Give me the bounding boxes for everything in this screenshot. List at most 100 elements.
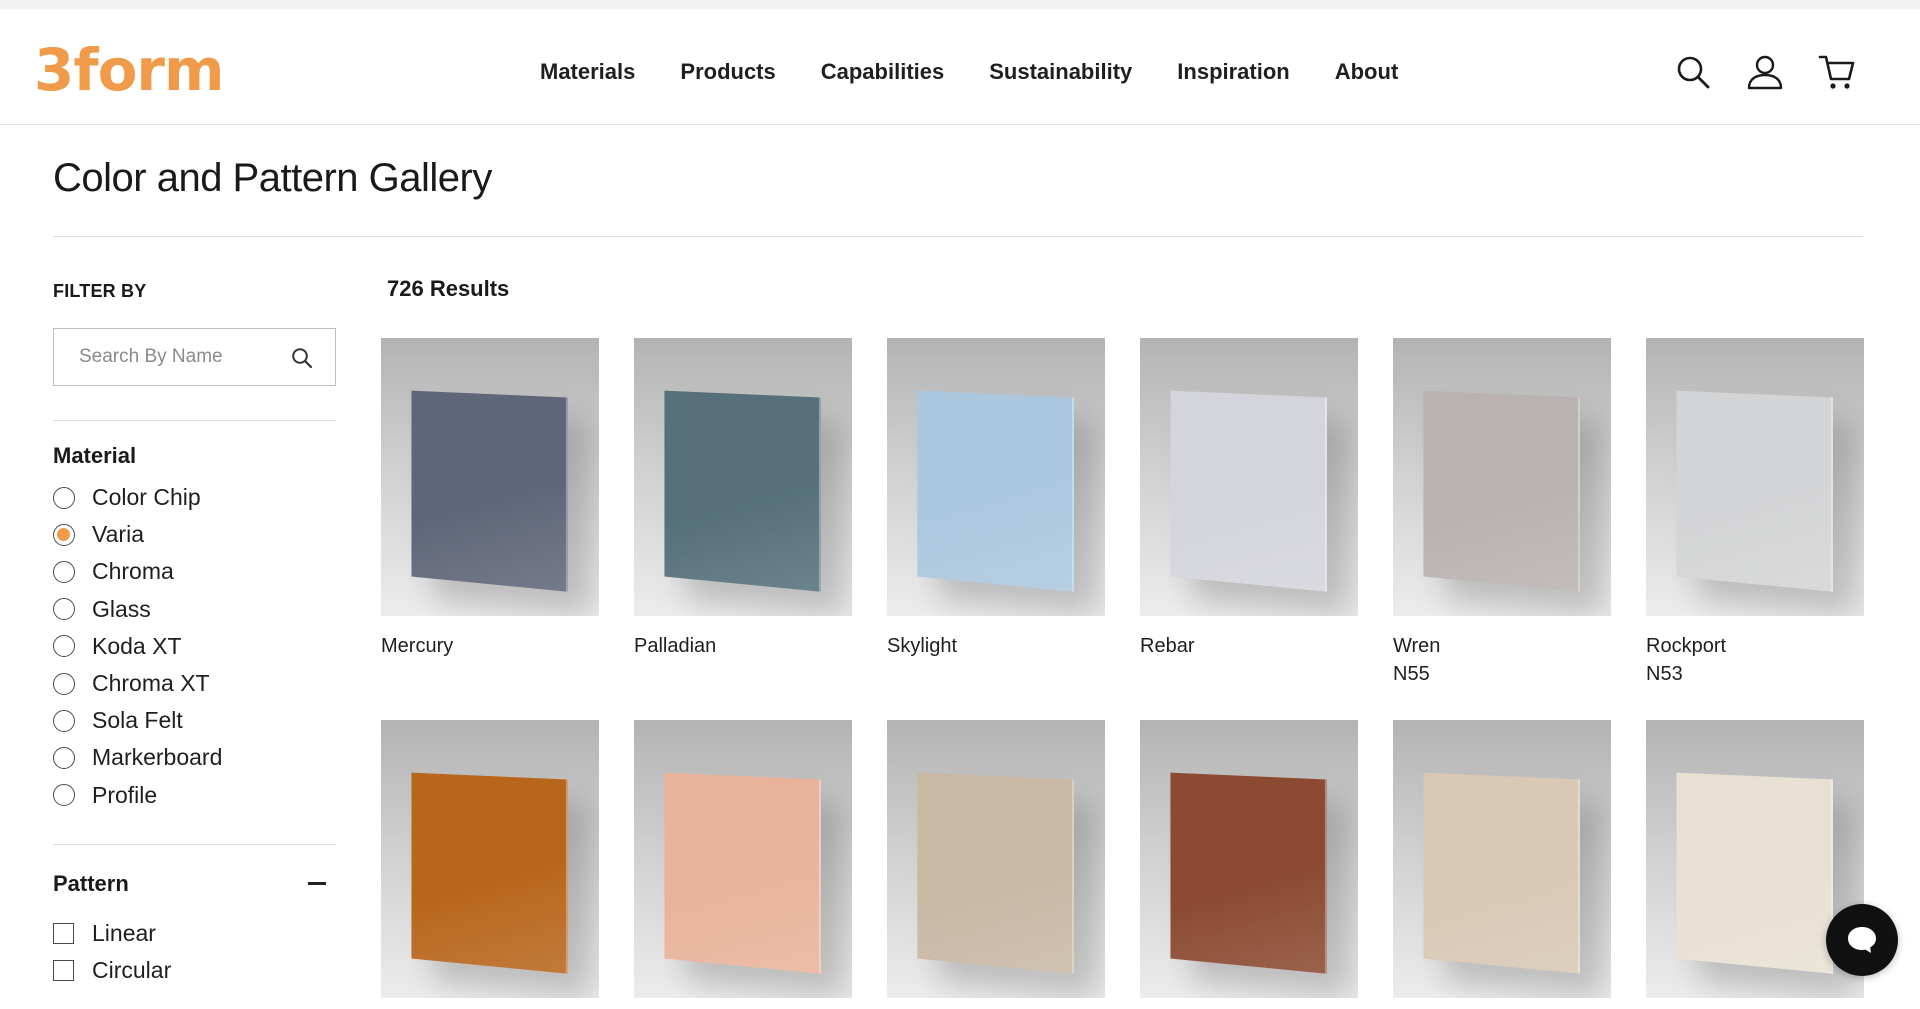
product-code: N55 — [1393, 663, 1430, 685]
product-image[interactable] — [1393, 338, 1611, 616]
search-icon[interactable] — [1672, 51, 1714, 93]
product-image[interactable] — [634, 338, 852, 616]
radio-button[interactable] — [53, 709, 75, 732]
search-input[interactable] — [54, 329, 294, 385]
product-card[interactable]: Rebar — [1140, 338, 1358, 720]
radio-button[interactable] — [53, 635, 75, 658]
chat-icon — [1848, 927, 1876, 953]
product-name[interactable]: Wren — [1393, 632, 1611, 660]
product-image[interactable] — [1646, 338, 1864, 616]
account-icon[interactable] — [1744, 51, 1786, 93]
pattern-option-linear[interactable]: Linear — [53, 915, 336, 952]
product-name[interactable]: Skylight — [887, 632, 1105, 660]
material-section-title: Material — [53, 443, 137, 468]
material-option-chroma-xt[interactable]: Chroma XT — [53, 665, 336, 702]
material-option-glass[interactable]: Glass — [53, 591, 336, 628]
product-swatch — [1676, 772, 1833, 974]
product-code: N53 — [1646, 663, 1683, 685]
product-image[interactable] — [381, 720, 599, 998]
product-card[interactable]: Wren N55 — [1393, 338, 1611, 720]
product-swatch — [1423, 390, 1580, 592]
material-options: Color Chip Varia Chroma Glass Koda XT Ch… — [53, 479, 336, 814]
header-actions — [1672, 51, 1858, 93]
product-swatch — [664, 772, 821, 974]
chat-button[interactable] — [1826, 904, 1898, 976]
checkbox[interactable] — [53, 922, 74, 944]
product-card[interactable] — [887, 720, 1105, 998]
collapse-minus-icon[interactable] — [308, 882, 326, 886]
radio-button[interactable] — [53, 486, 75, 509]
radio-button[interactable] — [53, 598, 75, 621]
main-nav: Materials Products Capabilities Sustaina… — [540, 59, 1443, 85]
nav-capabilities[interactable]: Capabilities — [821, 59, 944, 85]
option-label: Koda XT — [92, 632, 182, 659]
option-label: Glass — [92, 595, 151, 622]
radio-button[interactable] — [53, 784, 75, 807]
material-option-sola-felt[interactable]: Sola Felt — [53, 702, 336, 739]
pattern-option-circular[interactable]: Circular — [53, 952, 336, 989]
page-title: Color and Pattern Gallery — [53, 156, 492, 200]
product-name[interactable]: Palladian — [634, 632, 852, 660]
nav-inspiration[interactable]: Inspiration — [1177, 59, 1289, 85]
option-label: Varia — [92, 521, 144, 548]
product-swatch — [917, 390, 1074, 592]
product-card[interactable]: Rockport N53 — [1646, 338, 1864, 720]
pattern-section-title: Pattern — [53, 870, 129, 896]
product-image[interactable] — [381, 338, 599, 616]
product-card[interactable] — [381, 720, 599, 998]
pattern-section-header[interactable]: Pattern — [53, 871, 336, 897]
radio-button[interactable] — [53, 560, 75, 583]
divider — [53, 420, 336, 421]
top-strip — [0, 0, 1920, 9]
product-name[interactable]: Rockport — [1646, 632, 1864, 660]
material-option-chroma[interactable]: Chroma — [53, 553, 336, 590]
brand-logo[interactable]: 3form — [34, 35, 224, 104]
material-option-profile[interactable]: Profile — [53, 777, 336, 814]
radio-button[interactable] — [53, 672, 75, 695]
filter-by-heading: FILTER BY — [53, 281, 147, 301]
product-image[interactable] — [1140, 720, 1358, 998]
nav-products[interactable]: Products — [680, 59, 775, 85]
option-label: Sola Felt — [92, 707, 183, 734]
product-card[interactable]: Palladian — [634, 338, 852, 720]
product-card[interactable]: Skylight — [887, 338, 1105, 720]
product-image[interactable] — [1393, 720, 1611, 998]
option-label: Linear — [92, 919, 156, 946]
product-swatch — [664, 390, 821, 592]
product-image[interactable] — [634, 720, 852, 998]
product-card[interactable] — [1140, 720, 1358, 998]
option-label: Chroma — [92, 558, 174, 585]
material-option-markerboard[interactable]: Markerboard — [53, 739, 336, 776]
divider — [53, 236, 1863, 237]
cart-icon[interactable] — [1816, 51, 1858, 93]
nav-about[interactable]: About — [1335, 59, 1399, 85]
nav-materials[interactable]: Materials — [540, 59, 635, 85]
material-option-koda-xt[interactable]: Koda XT — [53, 628, 336, 665]
product-name[interactable]: Rebar — [1140, 632, 1358, 660]
search-icon[interactable] — [291, 347, 313, 369]
search-field[interactable] — [53, 328, 336, 386]
product-name[interactable]: Mercury — [381, 632, 599, 660]
filter-sidebar: FILTER BY Material Color Chip Varia Chro… — [53, 270, 336, 989]
product-image[interactable] — [1140, 338, 1358, 616]
material-option-color-chip[interactable]: Color Chip — [53, 479, 336, 516]
results-count: 726 Results — [387, 276, 510, 301]
nav-sustainability[interactable]: Sustainability — [989, 59, 1132, 85]
radio-button[interactable] — [53, 523, 75, 546]
product-card[interactable] — [1393, 720, 1611, 998]
option-label: Chroma XT — [92, 670, 210, 697]
radio-button[interactable] — [53, 746, 75, 769]
checkbox[interactable] — [53, 959, 74, 981]
product-image[interactable] — [887, 338, 1105, 616]
product-image[interactable] — [887, 720, 1105, 998]
product-swatch — [1423, 772, 1580, 974]
divider — [53, 843, 336, 845]
site-header: 3form Materials Products Capabilities Su… — [0, 9, 1920, 125]
logo-text: 3form — [34, 36, 224, 104]
product-card[interactable] — [634, 720, 852, 998]
option-label: Circular — [92, 956, 172, 983]
material-option-varia[interactable]: Varia — [53, 516, 336, 553]
product-card[interactable]: Mercury — [381, 338, 599, 720]
option-label: Color Chip — [92, 484, 201, 511]
product-swatch — [1170, 772, 1327, 974]
